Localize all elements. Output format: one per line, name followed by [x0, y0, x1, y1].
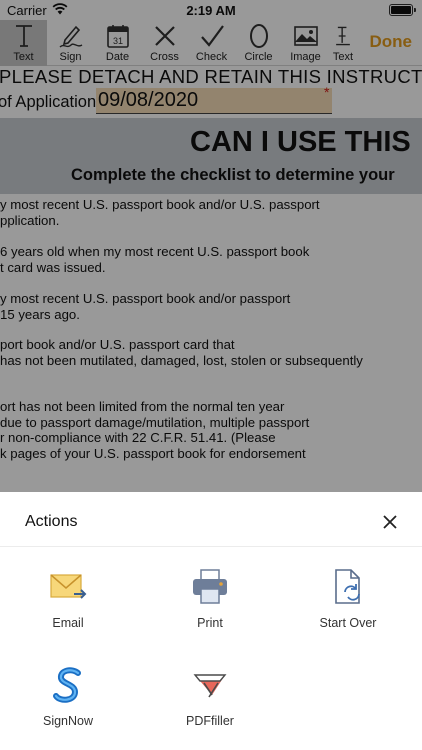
- print-label: Print: [197, 616, 223, 630]
- pdffiller-icon: [193, 674, 227, 698]
- email-icon: [50, 574, 87, 599]
- start-over-label: Start Over: [319, 616, 377, 630]
- actions-sheet-header: Actions: [0, 492, 422, 547]
- signnow-label: SignNow: [42, 714, 94, 728]
- signnow-icon: [53, 667, 81, 703]
- signnow-action[interactable]: SignNow: [13, 665, 123, 728]
- email-action[interactable]: Email: [13, 567, 123, 630]
- modal-backdrop[interactable]: [0, 0, 422, 492]
- print-action[interactable]: Print: [155, 567, 265, 630]
- actions-sheet-title: Actions: [25, 513, 78, 530]
- email-label: Email: [52, 616, 84, 630]
- pdffiller-action[interactable]: PDFfiller: [155, 665, 265, 728]
- start-over-icon: [335, 569, 360, 604]
- pdffiller-label: PDFfiller: [186, 714, 234, 728]
- start-over-action[interactable]: Start Over: [293, 567, 403, 630]
- close-icon[interactable]: [380, 512, 400, 532]
- printer-icon: [193, 569, 227, 604]
- actions-sheet: Actions Email Print Start Over SignNow P…: [0, 492, 422, 750]
